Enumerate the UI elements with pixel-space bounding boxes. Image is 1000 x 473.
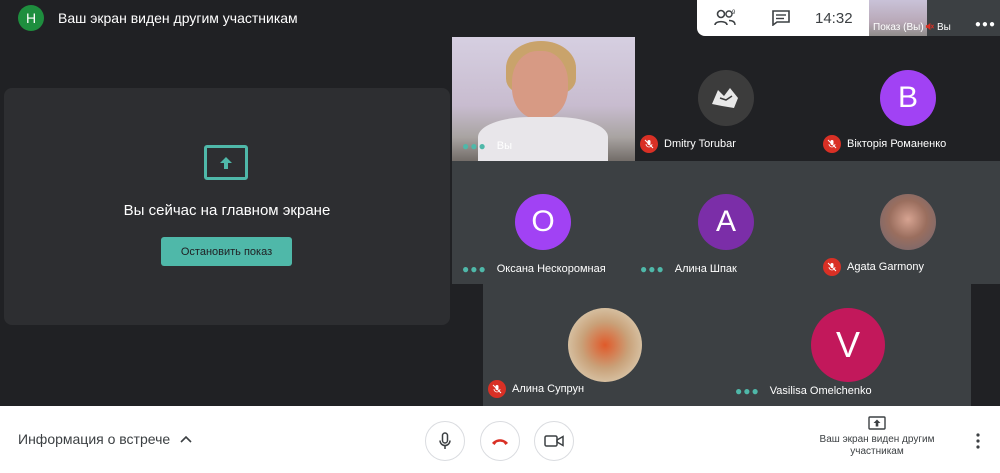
presenting-message: Вы сейчас на главном экране (123, 202, 331, 219)
more-options-icon[interactable]: ●●● (735, 384, 760, 398)
participant-name: Алина Супрун (512, 383, 585, 395)
present-now-button[interactable]: Ваш экран виден другим участникам (812, 416, 942, 458)
mic-off-icon (823, 135, 841, 153)
chat-icon (772, 10, 790, 26)
participants-button[interactable]: 9 (697, 9, 753, 27)
participant-tile-self[interactable]: ●●● Вы (452, 37, 635, 161)
header: Н Ваш экран виден другим участникам (0, 0, 298, 36)
participant-avatar (698, 70, 754, 126)
participant-avatar: А (698, 194, 754, 250)
more-options-icon[interactable]: ●●● (462, 262, 487, 276)
chevron-up-icon (180, 435, 192, 443)
participant-tile[interactable]: V ●●● Vasilisa Omelchenko (727, 284, 971, 406)
chat-button[interactable] (753, 10, 809, 26)
participant-label: ●●● Vasilisa Omelchenko (735, 384, 872, 398)
mic-off-icon (640, 135, 658, 153)
present-screen-icon (204, 145, 248, 180)
present-status-label: Ваш экран виден другим участникам (819, 434, 935, 457)
mic-off-icon (823, 258, 841, 276)
participant-avatar (880, 194, 936, 250)
mic-off-icon (488, 380, 506, 398)
participant-label: Вікторія Романенко (823, 135, 946, 153)
present-screen-icon (868, 416, 886, 430)
meeting-info-label: Информация о встрече (18, 431, 171, 447)
participant-avatar: V (811, 308, 885, 382)
hang-up-icon (492, 439, 508, 445)
people-icon: 9 (714, 9, 736, 26)
participant-avatar (568, 308, 642, 382)
more-options-icon[interactable]: ●●● (462, 139, 487, 153)
participant-name: Vasilisa Omelchenko (769, 385, 872, 397)
self-preview-name: Вы (937, 22, 951, 33)
more-vertical-icon (976, 433, 980, 449)
participant-name: Оксана Нескоромная (496, 263, 606, 275)
end-call-button[interactable] (480, 421, 520, 461)
participant-name: Вікторія Романенко (847, 138, 947, 150)
participant-label: Agata Garmony (823, 258, 924, 276)
participant-tile[interactable]: О ●●● Оксана Нескоромная (452, 161, 635, 284)
participant-avatar: О (515, 194, 571, 250)
more-options-icon[interactable]: ●●● (640, 262, 665, 276)
self-preview-more-icon[interactable]: ●●● (975, 19, 996, 30)
page-title: Ваш экран виден другим участникам (58, 10, 298, 26)
participant-label: ●●● Оксана Нескоромная (462, 262, 606, 276)
participant-label: Алина Супрун (488, 380, 584, 398)
self-preview-label: Показ (Вы) (873, 22, 924, 33)
meeting-info-button[interactable]: Информация о встрече (18, 431, 192, 447)
participant-name: Agata Garmony (847, 261, 925, 273)
more-options-button[interactable] (968, 429, 988, 453)
participant-label: Dmitry Torubar (640, 135, 736, 153)
svg-text:9: 9 (732, 10, 736, 16)
video-camera-icon (544, 435, 564, 447)
self-preview[interactable]: Показ (Вы) Вы ●●● (869, 0, 1000, 36)
participant-label: ●●● Алина Шпак (640, 262, 737, 276)
participant-tile[interactable]: Agata Garmony (818, 161, 1000, 284)
stop-presenting-button[interactable]: Остановить показ (161, 237, 292, 266)
microphone-icon (439, 432, 451, 449)
wolf-logo-icon (712, 88, 738, 108)
user-avatar[interactable]: Н (18, 5, 44, 31)
camera-button[interactable] (534, 421, 574, 461)
clock: 14:32 (815, 9, 853, 27)
participant-tile[interactable]: А ●●● Алина Шпак (635, 161, 818, 284)
participant-name: Алина Шпак (674, 263, 737, 275)
microphone-button[interactable] (425, 421, 465, 461)
bottom-bar: Информация о встрече Ваш экран виден дру… (0, 406, 1000, 473)
top-toolbar: 9 14:32 (697, 0, 869, 36)
participant-tile[interactable]: Алина Супрун (483, 284, 727, 406)
participant-avatar: В (880, 70, 936, 126)
participant-tile[interactable]: В Вікторія Романенко (818, 37, 1000, 161)
presenting-panel: Вы сейчас на главном экране Остановить п… (4, 88, 450, 325)
participant-name: Dmitry Torubar (664, 138, 736, 150)
participant-name: Вы (496, 140, 512, 152)
participant-tile[interactable]: Dmitry Torubar (635, 37, 818, 161)
speaker-muted-icon (925, 22, 934, 31)
participant-label: ●●● Вы (462, 139, 512, 153)
